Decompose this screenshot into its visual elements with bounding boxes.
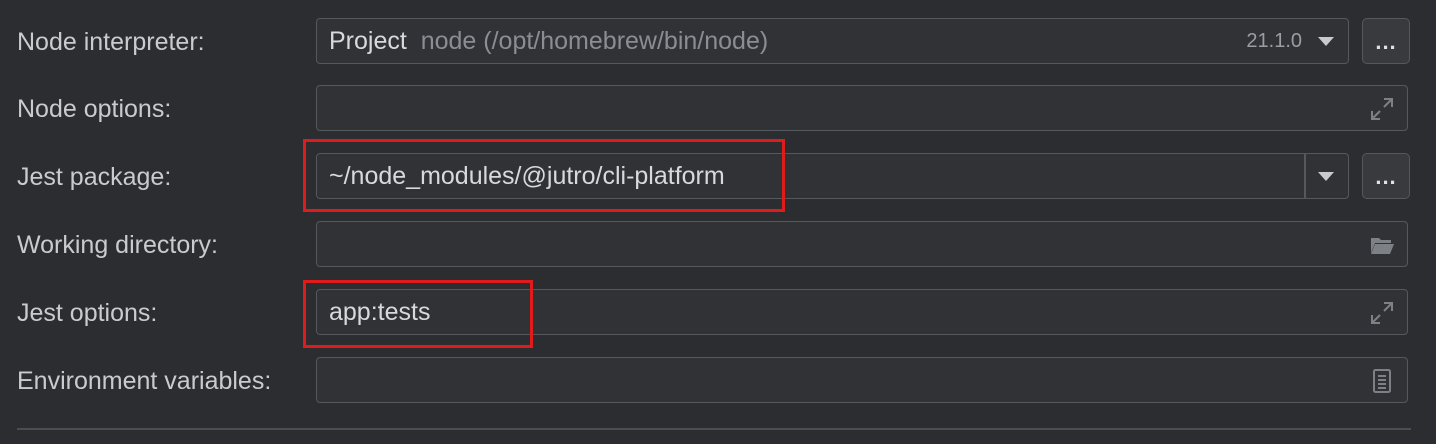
jest-options-highlight	[303, 280, 533, 348]
environment-variables-label: Environment variables:	[17, 367, 272, 395]
run-configuration-form: Node interpreter: Project node (/opt/hom…	[0, 0, 1436, 444]
expand-icon[interactable]	[1369, 300, 1395, 326]
node-interpreter-label: Node interpreter:	[17, 28, 205, 56]
node-options-input[interactable]	[316, 85, 1408, 131]
node-options-label: Node options:	[17, 95, 172, 123]
node-interpreter-select[interactable]: Project node (/opt/homebrew/bin/node) 21…	[316, 18, 1349, 64]
document-icon[interactable]	[1369, 368, 1395, 394]
dropdown-separator	[1304, 154, 1306, 198]
node-interpreter-value: Project node (/opt/homebrew/bin/node)	[329, 19, 768, 63]
node-interpreter-path: node (/opt/homebrew/bin/node)	[420, 27, 769, 55]
node-interpreter-prefix: Project	[329, 27, 407, 55]
expand-icon[interactable]	[1369, 96, 1395, 122]
node-version: 21.1.0	[1246, 30, 1302, 52]
jest-package-label: Jest package:	[17, 163, 172, 191]
jest-options-label: Jest options:	[17, 299, 158, 327]
node-interpreter-browse-button[interactable]: ...	[1362, 18, 1410, 64]
working-directory-label: Working directory:	[17, 231, 218, 259]
chevron-down-icon[interactable]	[1318, 172, 1334, 181]
jest-package-browse-button[interactable]: ...	[1362, 153, 1410, 199]
jest-package-highlight	[303, 139, 785, 212]
bottom-divider	[17, 428, 1411, 430]
environment-variables-input[interactable]	[316, 357, 1408, 403]
chevron-down-icon[interactable]	[1318, 37, 1334, 46]
folder-icon[interactable]	[1369, 232, 1395, 258]
working-directory-input[interactable]	[316, 221, 1408, 267]
